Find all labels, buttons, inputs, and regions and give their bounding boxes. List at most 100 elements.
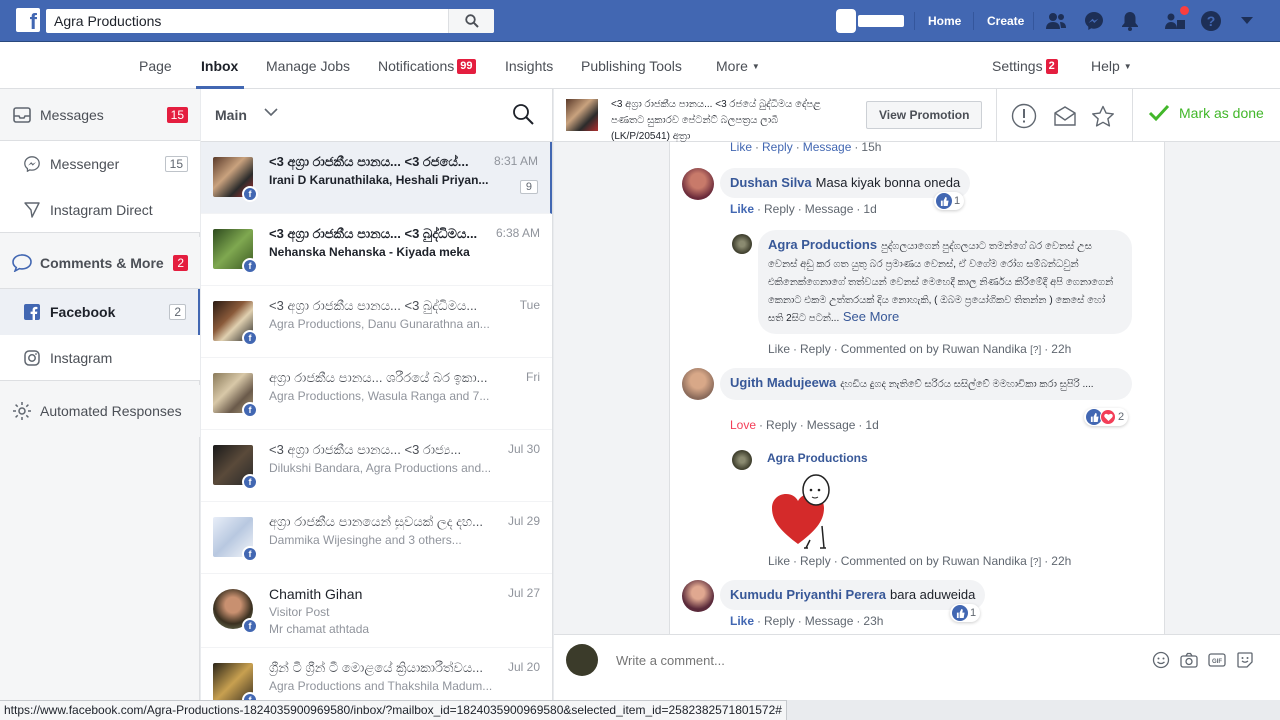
page-nav: Page Inbox Manage Jobs Notifications 99 I…	[0, 42, 1280, 89]
list-item[interactable]: f Chamith Gihan Visitor Post Mr chamat a…	[201, 574, 552, 648]
messenger-icon	[22, 154, 42, 174]
list-item[interactable]: f අග්‍රා රාජකීය පානයෙන් සුවයක් ලද දහ... …	[201, 502, 552, 574]
mark-as-done-button[interactable]: Mark as done	[1148, 104, 1264, 122]
like-link[interactable]: Like	[730, 202, 754, 216]
star-icon[interactable]	[1089, 102, 1117, 130]
like-reaction-icon	[952, 605, 968, 621]
tab-inbox[interactable]: Inbox	[201, 57, 238, 75]
facebook-icon: f	[242, 258, 258, 274]
thread-participants: Irani D Karunathilaka, Heshali Priyan...	[269, 173, 489, 187]
sidebar-item-automated[interactable]: Automated Responses	[0, 385, 200, 437]
reply-link[interactable]: Reply	[762, 142, 793, 154]
reply-link[interactable]: Reply	[800, 342, 831, 356]
avatar[interactable]	[732, 234, 752, 254]
comment-time: 22h	[1051, 554, 1072, 568]
home-link[interactable]: Home	[928, 12, 961, 30]
comment-bubble: Dushan Silva Masa kiyak bonna oneda	[720, 168, 971, 198]
list-item[interactable]: f <3 අග්‍රා රාජකීය පානය... <3 රාජ්‍ය... …	[201, 430, 552, 502]
mail-icon[interactable]	[1051, 102, 1079, 130]
tab-more[interactable]: More ▼	[716, 57, 760, 76]
commenter-name[interactable]: Dushan Silva	[730, 175, 812, 190]
gif-icon[interactable]: GIF	[1206, 649, 1228, 671]
sidebar-item-instagram-direct[interactable]: Instagram Direct	[0, 187, 200, 233]
search-box	[46, 9, 494, 33]
notifications-icon[interactable]	[1118, 9, 1142, 33]
emoji-icon[interactable]	[1150, 649, 1172, 671]
like-link[interactable]: Like	[768, 554, 790, 568]
post-thumbnail[interactable]	[566, 99, 598, 131]
help-icon[interactable]: ?	[1199, 9, 1223, 33]
chevron-down-icon[interactable]	[263, 105, 279, 123]
search-button[interactable]	[448, 9, 494, 33]
avatar[interactable]	[682, 368, 714, 400]
tab-insights[interactable]: Insights	[505, 57, 553, 75]
sidebar-item-messenger[interactable]: Messenger 15	[0, 141, 200, 187]
friend-requests-icon[interactable]	[1044, 9, 1068, 33]
create-link[interactable]: Create	[987, 12, 1024, 30]
list-item[interactable]: f ග්‍රීන් ටී ග්‍රීන් ටී මොළයේ ක්‍රියාකාර…	[201, 648, 552, 700]
sidebar-item-instagram[interactable]: Instagram	[0, 335, 200, 381]
report-icon[interactable]	[1010, 102, 1038, 130]
reply-link[interactable]: Reply	[766, 418, 797, 432]
thread-time: Jul 27	[507, 586, 540, 600]
message-link[interactable]: Message	[803, 142, 852, 154]
camera-icon[interactable]	[1178, 649, 1200, 671]
commenter-name[interactable]: Kumudu Priyanthi Perera	[730, 587, 886, 602]
sticker-icon[interactable]	[1234, 649, 1256, 671]
comment-actions: Love · Reply · Message · 1d	[730, 418, 879, 432]
tab-notifications[interactable]: Notifications 99	[378, 57, 476, 75]
reply-link[interactable]: Reply	[764, 614, 795, 628]
list-item[interactable]: f <3 අග්‍රා රාජකීය පානය... <3 රජයේ... Ir…	[201, 142, 552, 214]
sidebar-item-label: Automated Responses	[40, 403, 182, 419]
messenger-icon[interactable]	[1082, 9, 1106, 33]
tab-page[interactable]: Page	[139, 57, 172, 75]
comment-time: 23h	[863, 614, 884, 628]
message-link[interactable]: Message	[805, 202, 854, 216]
commenter-name[interactable]: Ugith Madujeewa	[730, 375, 836, 390]
thread-time: 6:38 AM	[495, 226, 540, 240]
reply-link[interactable]: Reply	[764, 202, 795, 216]
filter-dropdown[interactable]: Main	[215, 107, 247, 123]
tab-publishing-tools[interactable]: Publishing Tools	[581, 57, 682, 75]
tab-manage-jobs[interactable]: Manage Jobs	[266, 57, 350, 75]
commenter-name[interactable]: Agra Productions	[767, 451, 868, 465]
like-link[interactable]: Like	[730, 142, 752, 154]
account-menu-icon[interactable]	[1235, 9, 1259, 33]
facebook-logo-icon[interactable]: f	[16, 8, 40, 32]
message-link[interactable]: Message	[807, 418, 856, 432]
reactions-count[interactable]: 2	[1084, 408, 1129, 426]
facebook-count: 2	[169, 304, 186, 320]
message-link[interactable]: Message	[805, 614, 854, 628]
search-input[interactable]	[46, 9, 446, 33]
search-icon[interactable]	[512, 103, 534, 130]
comment-input[interactable]	[616, 650, 1136, 670]
commenter-name[interactable]: Agra Productions	[768, 237, 877, 252]
tab-settings[interactable]: Settings 2	[992, 57, 1058, 75]
profile-name[interactable]	[858, 15, 904, 27]
avatar[interactable]	[732, 450, 752, 470]
sidebar-item-comments[interactable]: Comments & More 2	[0, 237, 200, 289]
see-more-link[interactable]: See More	[843, 309, 899, 324]
like-link[interactable]: Like	[768, 342, 790, 356]
list-item[interactable]: f අග්‍රා රාජකීය පානය... ශරීරයේ බර ඉකා...…	[201, 358, 552, 430]
reply-link[interactable]: Reply	[800, 554, 831, 568]
facebook-icon	[22, 302, 42, 322]
avatar[interactable]	[682, 168, 714, 200]
avatar[interactable]	[682, 580, 714, 612]
love-link[interactable]: Love	[730, 418, 756, 432]
tab-settings-label: Settings	[992, 58, 1043, 74]
tab-help[interactable]: Help ▼	[1091, 57, 1132, 76]
like-link[interactable]: Like	[730, 614, 754, 628]
comment-actions: Like · Reply · Commented on by Ruwan Nandika…	[768, 554, 1072, 568]
help-marker[interactable]: [?]	[1030, 345, 1041, 356]
reactions-count[interactable]: 1	[934, 192, 965, 210]
sidebar-item-messages[interactable]: Messages 15	[0, 89, 200, 141]
view-promotion-button[interactable]: View Promotion	[866, 101, 983, 129]
sidebar-item-facebook[interactable]: Facebook 2	[0, 289, 200, 335]
thread-title: <3 අග්‍රා රාජකීය පානය... <3 බුද්ධිමය...	[269, 226, 478, 241]
help-marker[interactable]: [?]	[1030, 557, 1041, 568]
profile-avatar[interactable]	[836, 9, 856, 33]
reactions-count[interactable]: 1	[950, 604, 981, 622]
list-item[interactable]: f <3 අග්‍රා රාජකීය පානය... <3 බුද්ධිමය..…	[201, 286, 552, 358]
list-item[interactable]: f <3 අග්‍රා රාජකීය පානය... <3 බුද්ධිමය..…	[201, 214, 552, 286]
